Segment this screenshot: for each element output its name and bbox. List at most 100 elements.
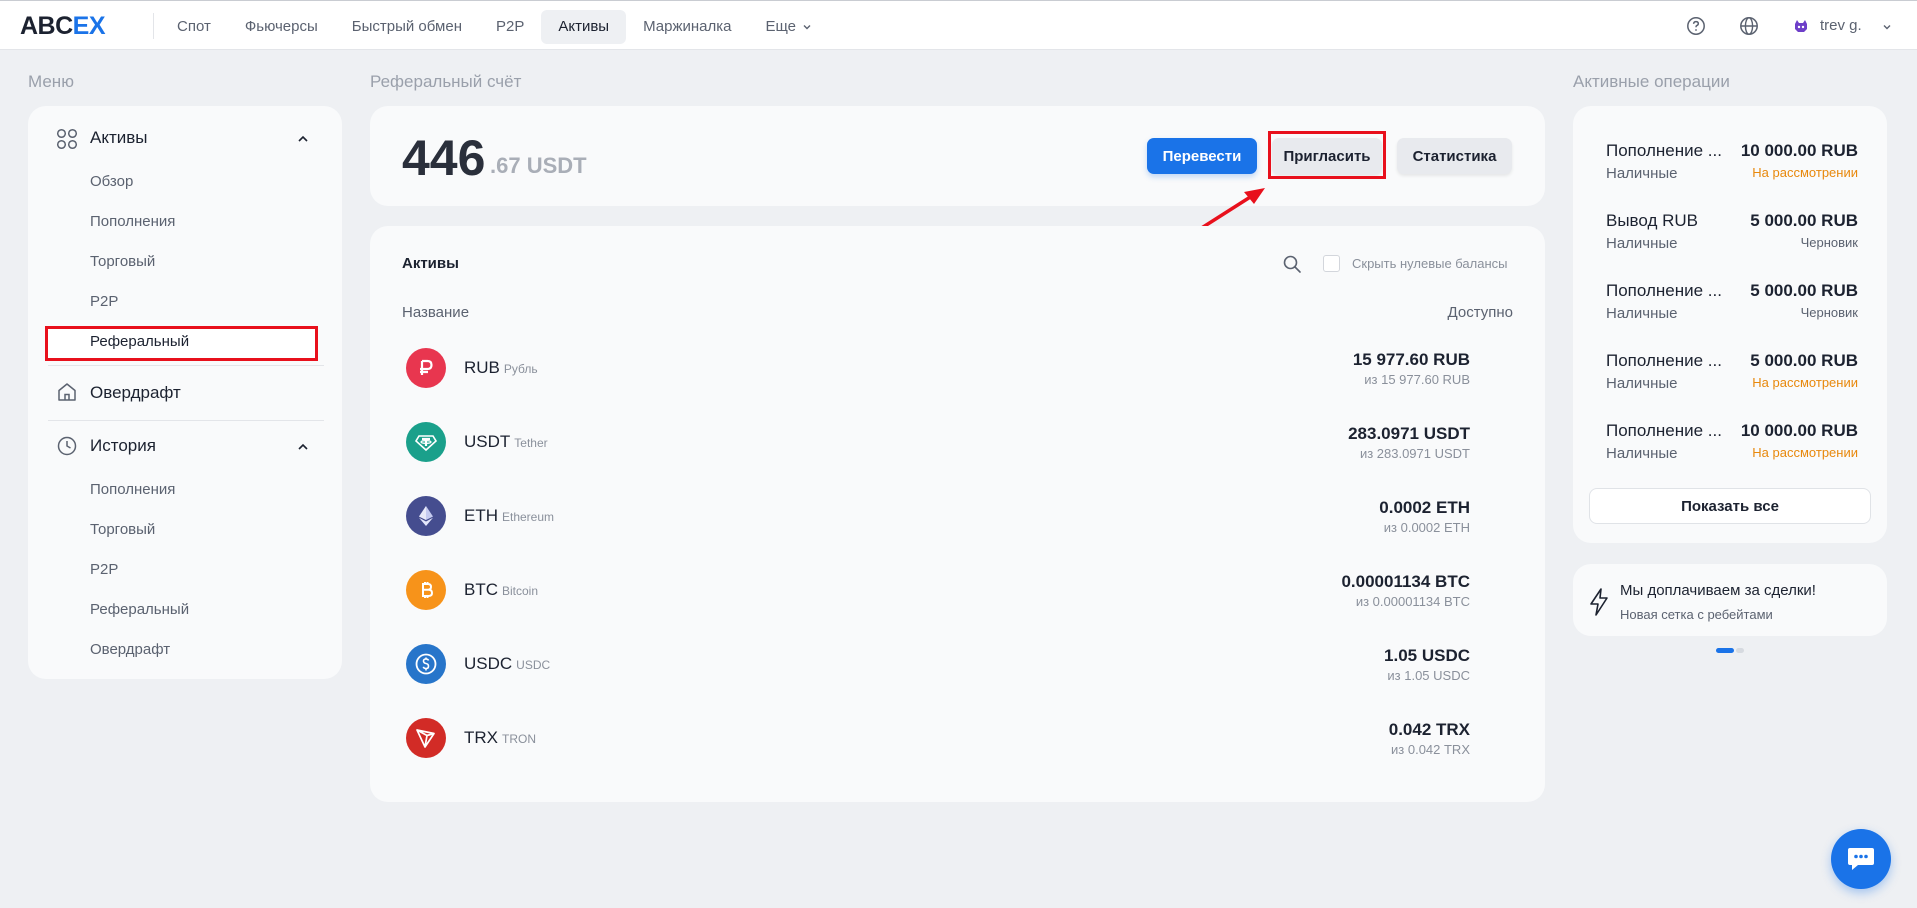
operation-title: Пополнение ...: [1606, 351, 1722, 370]
nav-futures[interactable]: Фьючерсы: [228, 10, 335, 44]
operation-amount: 10 000.00 RUB: [1740, 421, 1858, 440]
asset-row-trx[interactable]: TRX TRON 0.042 TRX из 0.042 TRX: [370, 700, 1508, 774]
operation-title: Пополнение ...: [1606, 141, 1722, 160]
asset-fullname: USDC: [516, 658, 551, 672]
globe-icon[interactable]: [1739, 16, 1759, 36]
sidebar-history-referral[interactable]: Реферальный: [90, 601, 189, 618]
operation-amount: 10 000.00 RUB: [1740, 141, 1858, 160]
asset-amount: 0.0002 ETH: [1379, 498, 1470, 517]
sidebar-item-deposits[interactable]: Пополнения: [90, 213, 175, 230]
help-icon[interactable]: [1686, 16, 1706, 36]
top-bar: ABCEX Спот Фьючерсы Быстрый обмен P2P Ак…: [0, 0, 1917, 50]
sidebar-history-overdraft[interactable]: Овердрафт: [90, 641, 170, 658]
nav-spot[interactable]: Спот: [160, 10, 228, 44]
hide-zero-checkbox[interactable]: [1323, 255, 1340, 272]
operation-title: Пополнение ...: [1606, 281, 1722, 300]
asset-symbol: ETH Ethereum: [464, 506, 554, 526]
search-icon[interactable]: [1282, 254, 1302, 274]
carousel-dot[interactable]: [1736, 648, 1744, 653]
asset-row-usdt[interactable]: USDT Tether 283.0971 USDT из 283.0971 USD…: [370, 404, 1508, 478]
operation-method: Наличные: [1606, 445, 1678, 462]
operation-item[interactable]: Пополнение ... 10 000.00 RUB Наличные На…: [1606, 141, 1858, 201]
lightning-icon: [1590, 588, 1608, 616]
asset-row-eth[interactable]: ETH Ethereum 0.0002 ETH из 0.0002 ETH: [370, 478, 1508, 552]
sidebar-assets-head[interactable]: Активы: [90, 128, 148, 148]
asset-symbol: BTC Bitcoin: [464, 580, 538, 600]
asset-row-rub[interactable]: RUB Рубль 15 977.60 RUB из 15 977.60 RUB: [370, 330, 1508, 404]
referral-title: Реферальный счёт: [370, 72, 522, 91]
sidebar-item-overview[interactable]: Обзор: [90, 173, 133, 190]
show-all-button[interactable]: Показать все: [1589, 488, 1871, 524]
operation-method: Наличные: [1606, 165, 1678, 182]
sidebar-history-p2p[interactable]: P2P: [90, 561, 118, 578]
sidebar-item-trading[interactable]: Торговый: [90, 253, 155, 270]
chevron-down-icon[interactable]: [1882, 22, 1892, 32]
ethereum-icon: [406, 496, 446, 536]
operation-item[interactable]: Пополнение ... 5 000.00 RUB Наличные На …: [1606, 351, 1858, 411]
promo-subtitle: Новая сетка с ребейтами: [1620, 607, 1773, 622]
tron-icon: [406, 718, 446, 758]
operation-amount: 5 000.00 RUB: [1750, 211, 1858, 230]
balance-decimal: .67 USDT: [490, 153, 587, 178]
asset-symbol: USDC USDC: [464, 654, 550, 674]
asset-total: из 283.0971 USDT: [1359, 446, 1470, 461]
asset-row-btc[interactable]: BTC Bitcoin 0.00001134 BTC из 0.00001134 …: [370, 552, 1508, 626]
divider: [153, 13, 154, 39]
promo-title: Мы доплачиваем за сделки!: [1620, 582, 1816, 599]
asset-fullname: TRON: [502, 732, 536, 746]
nav-assets[interactable]: Активы: [541, 10, 627, 44]
asset-symbol: RUB Рубль: [464, 358, 538, 378]
user-name[interactable]: trev g.: [1820, 17, 1862, 34]
sidebar-history-head[interactable]: История: [90, 436, 156, 456]
operation-item[interactable]: Пополнение ... 5 000.00 RUB Наличные Чер…: [1606, 281, 1858, 341]
bitcoin-icon: [406, 570, 446, 610]
nav-p2p[interactable]: P2P: [479, 10, 541, 44]
menu-title: Меню: [28, 72, 74, 91]
sidebar-history-deposits[interactable]: Пополнения: [90, 481, 175, 498]
asset-ticker: USDT: [464, 432, 511, 451]
highlight-box-invite: [1268, 131, 1386, 179]
asset-amount: 0.00001134 BTC: [1341, 572, 1470, 591]
hide-zero-label[interactable]: Скрыть нулевые балансы: [1352, 256, 1508, 271]
carousel-dot-active[interactable]: [1716, 648, 1734, 653]
asset-ticker: BTC: [464, 580, 498, 599]
sidebar-overdraft[interactable]: Овердрафт: [90, 383, 181, 403]
clock-icon: [57, 436, 77, 456]
operation-item[interactable]: Вывод RUB 5 000.00 RUB Наличные Черновик: [1606, 211, 1858, 271]
nav-margin[interactable]: Маржиналка: [626, 10, 748, 44]
statistics-button[interactable]: Статистика: [1397, 138, 1512, 174]
asset-symbol: USDT Tether: [464, 432, 548, 452]
promo-card[interactable]: [1573, 564, 1887, 636]
assets-title: Активы: [402, 255, 459, 272]
sidebar-item-p2p[interactable]: P2P: [90, 293, 118, 310]
asset-total: из 1.05 USDC: [1387, 668, 1470, 683]
chevron-up-icon[interactable]: [297, 133, 309, 145]
asset-row-usdc[interactable]: USDC USDC 1.05 USDC из 1.05 USDC: [370, 626, 1508, 700]
asset-ticker: USDC: [464, 654, 513, 673]
sidebar-history-trading[interactable]: Торговый: [90, 521, 155, 538]
nav-more[interactable]: Еще: [748, 10, 829, 44]
asset-total: из 0.00001134 BTC: [1355, 594, 1470, 609]
nav-quick-exchange[interactable]: Быстрый обмен: [335, 10, 479, 44]
asset-ticker: ETH: [464, 506, 498, 525]
chevron-down-icon: [803, 25, 811, 30]
tether-icon: [406, 422, 446, 462]
transfer-button[interactable]: Перевести: [1147, 138, 1257, 174]
asset-amount: 1.05 USDC: [1384, 646, 1470, 665]
logo[interactable]: ABCEX: [20, 11, 106, 41]
logo-text-abc: ABC: [20, 12, 73, 40]
avatar-icon[interactable]: [1792, 17, 1810, 35]
asset-total: из 15 977.60 RUB: [1364, 372, 1470, 387]
chevron-up-icon[interactable]: [297, 441, 309, 453]
highlight-box-referral: [45, 326, 318, 361]
chat-button[interactable]: [1831, 829, 1891, 889]
asset-total: из 0.0002 ETH: [1383, 520, 1470, 535]
operation-status: На рассмотрении: [1752, 445, 1858, 460]
operation-item[interactable]: Пополнение ... 10 000.00 RUB Наличные На…: [1606, 421, 1858, 481]
divider: [48, 420, 324, 421]
asset-fullname: Рубль: [503, 362, 538, 376]
ruble-icon: [406, 348, 446, 388]
main-nav: Спот Фьючерсы Быстрый обмен P2P Активы М…: [160, 10, 829, 44]
home-icon: [58, 383, 76, 401]
asset-amount: 0.042 TRX: [1388, 720, 1470, 739]
